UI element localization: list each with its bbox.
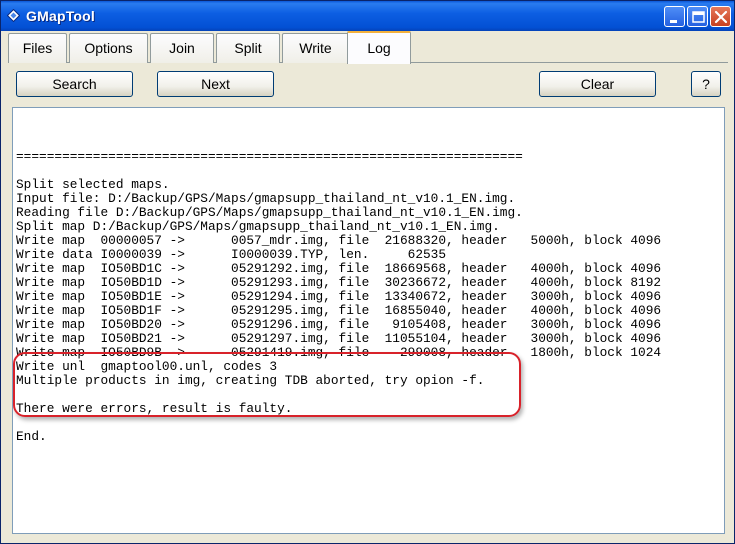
maximize-button[interactable] bbox=[687, 6, 708, 27]
log-line: Write map IO50BD1C -> 05291292.img, file… bbox=[16, 261, 662, 276]
minimize-icon bbox=[670, 20, 677, 23]
log-line: ========================================… bbox=[16, 149, 523, 164]
close-button[interactable] bbox=[710, 6, 731, 27]
error-highlight-annotation bbox=[13, 352, 521, 417]
close-icon bbox=[714, 10, 728, 24]
log-line: Write map IO50BD20 -> 05291296.img, file… bbox=[16, 317, 662, 332]
log-line: Write data I0000039 -> I0000039.TYP, len… bbox=[16, 247, 447, 262]
log-line: Input file: D:/Backup/GPS/Maps/gmapsupp_… bbox=[16, 191, 516, 206]
minimize-button[interactable] bbox=[664, 6, 685, 27]
log-output[interactable]: ========================================… bbox=[12, 107, 725, 534]
log-line: Write map IO50BD21 -> 05291297.img, file… bbox=[16, 331, 662, 346]
tab-join[interactable]: Join bbox=[150, 33, 214, 63]
log-line: Write map 00000057 -> 0057_mdr.img, file… bbox=[16, 233, 662, 248]
tab-split[interactable]: Split bbox=[216, 33, 280, 63]
tab-files[interactable]: Files bbox=[8, 33, 67, 63]
next-button[interactable]: Next bbox=[157, 71, 274, 97]
window-title: GMapTool bbox=[26, 8, 95, 24]
log-line: Reading file D:/Backup/GPS/Maps/gmapsupp… bbox=[16, 205, 523, 220]
log-line: End. bbox=[16, 429, 47, 444]
log-line: Split map D:/Backup/GPS/Maps/gmapsupp_th… bbox=[16, 219, 500, 234]
app-window: GMapTool Files Options Join Split Write … bbox=[0, 0, 735, 544]
log-line: Split selected maps. bbox=[16, 177, 170, 192]
tab-log[interactable]: Log bbox=[347, 31, 411, 64]
tab-options[interactable]: Options bbox=[69, 33, 148, 63]
tab-strip: Files Options Join Split Write Log bbox=[8, 31, 728, 64]
app-diamond-icon bbox=[7, 9, 20, 22]
log-line: Write map IO50BD1E -> 05291294.img, file… bbox=[16, 289, 662, 304]
help-button[interactable]: ? bbox=[691, 71, 721, 97]
tab-write[interactable]: Write bbox=[282, 33, 349, 63]
clear-button[interactable]: Clear bbox=[539, 71, 656, 97]
title-bar[interactable]: GMapTool bbox=[1, 1, 734, 31]
log-line: Write map IO50BD1D -> 05291293.img, file… bbox=[16, 275, 662, 290]
log-line: Write map IO50BD1F -> 05291295.img, file… bbox=[16, 303, 662, 318]
search-button[interactable]: Search bbox=[16, 71, 133, 97]
maximize-icon bbox=[692, 11, 705, 23]
